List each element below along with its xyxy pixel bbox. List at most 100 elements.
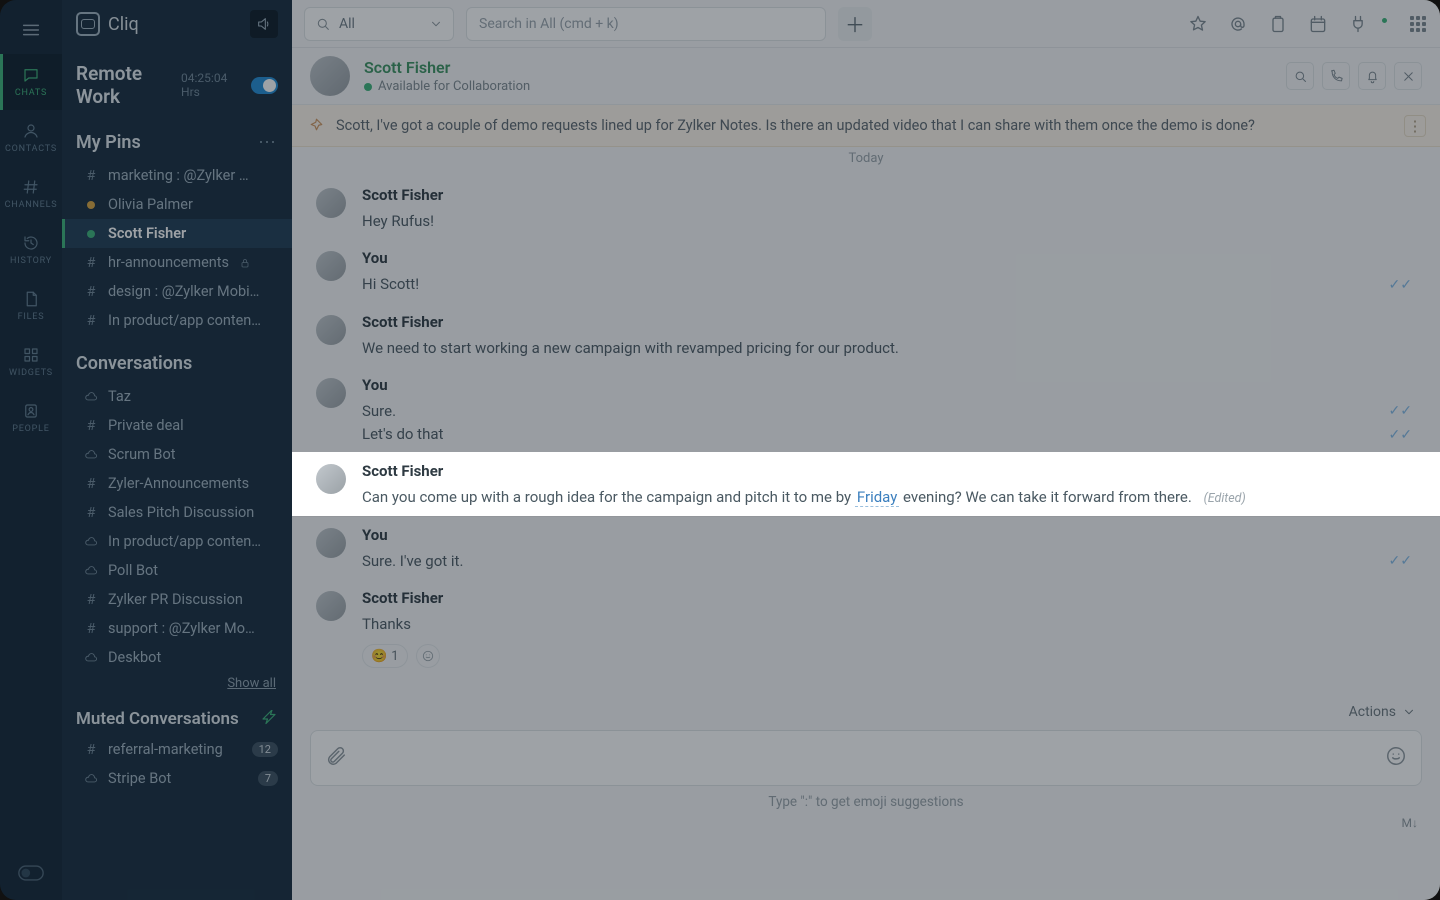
rail-item-history[interactable]: HISTORY bbox=[0, 222, 62, 278]
cloud-icon bbox=[84, 651, 98, 665]
convo-item[interactable]: Poll Bot bbox=[62, 556, 292, 585]
chat-call-button[interactable] bbox=[1322, 62, 1350, 90]
chat-peer-name[interactable]: Scott Fisher bbox=[364, 58, 530, 77]
main-panel: All Search in All (cmd + k) ＋ Scott Fish… bbox=[292, 0, 1440, 900]
reaction-pill[interactable]: 😊1 bbox=[362, 644, 408, 668]
pinned-text: Scott, I've got a couple of demo request… bbox=[336, 117, 1255, 134]
chat-header: Scott Fisher Available for Collaboration bbox=[292, 48, 1440, 105]
convo-item[interactable]: Scrum Bot bbox=[62, 440, 292, 469]
pins-list: #marketing : @Zylker … Olivia Palmer Sco… bbox=[62, 161, 292, 335]
sender-name: Scott Fisher bbox=[362, 313, 1416, 331]
convo-item[interactable]: #Zylker PR Discussion bbox=[62, 585, 292, 614]
cloud-icon bbox=[84, 448, 98, 462]
convo-item[interactable]: #Zyler-Announcements bbox=[62, 469, 292, 498]
app-brand: Cliq bbox=[76, 12, 139, 36]
message: Scott Fisher Hey Rufus! bbox=[292, 176, 1440, 239]
remote-timer: 04:25:04 Hrs bbox=[181, 71, 243, 99]
rail-item-channels[interactable]: CHANNELS bbox=[0, 166, 62, 222]
add-reaction-button[interactable] bbox=[416, 644, 440, 668]
pin-item[interactable]: #marketing : @Zylker … bbox=[62, 161, 292, 190]
hamburger-button[interactable] bbox=[0, 6, 62, 54]
composer-hint: Type ":" to get emoji suggestions bbox=[292, 792, 1440, 818]
convo-item[interactable]: #support : @Zylker Mo… bbox=[62, 614, 292, 643]
sender-name: You bbox=[362, 249, 1416, 267]
pin-item[interactable]: #hr-announcements bbox=[62, 248, 292, 277]
convo-item[interactable]: In product/app conten… bbox=[62, 527, 292, 556]
pins-more-icon[interactable]: ⋯ bbox=[258, 132, 278, 153]
rail-label: CHATS bbox=[15, 88, 47, 98]
chat-search-button[interactable] bbox=[1286, 62, 1314, 90]
muted-list: #referral-marketing12 Stripe Bot7 bbox=[62, 735, 292, 793]
speaker-button[interactable] bbox=[250, 10, 278, 38]
plug-icon[interactable] bbox=[1348, 14, 1368, 34]
attach-button[interactable] bbox=[325, 745, 347, 771]
pin-item[interactable]: #design : @Zylker Mobi… bbox=[62, 277, 292, 306]
pinned-message[interactable]: Scott, I've got a couple of demo request… bbox=[292, 105, 1440, 147]
remote-toggle[interactable] bbox=[251, 77, 278, 94]
avatar bbox=[316, 251, 346, 281]
muted-header-icon bbox=[260, 710, 278, 728]
compose-button[interactable]: ＋ bbox=[838, 7, 872, 41]
message-text: We need to start working a new campaign … bbox=[362, 337, 1416, 360]
message-list: Scott Fisher Hey Rufus! You Hi Scott!✓✓ … bbox=[292, 176, 1440, 698]
remote-work-label: Remote Work bbox=[76, 62, 181, 108]
muted-item[interactable]: Stripe Bot7 bbox=[62, 764, 292, 793]
pin-item-active[interactable]: Scott Fisher bbox=[62, 219, 292, 248]
message: You Sure.✓✓ Let's do that✓✓ bbox=[292, 366, 1440, 453]
rail-label: FILES bbox=[18, 312, 45, 322]
message-text: Sure. I've got it. bbox=[362, 550, 463, 573]
chevron-down-icon bbox=[1402, 705, 1416, 719]
convo-item[interactable]: #Private deal bbox=[62, 411, 292, 440]
sender-name: Scott Fisher bbox=[362, 186, 1416, 204]
avatar bbox=[316, 464, 346, 494]
muted-item[interactable]: #referral-marketing12 bbox=[62, 735, 292, 764]
brand-icon bbox=[76, 12, 100, 36]
message: You Sure. I've got it.✓✓ bbox=[292, 516, 1440, 579]
date-token[interactable]: Friday bbox=[855, 488, 899, 507]
read-ticks-icon: ✓✓ bbox=[1389, 403, 1416, 419]
convos-header: Conversations bbox=[76, 353, 192, 374]
search-scope-dropdown[interactable]: All bbox=[304, 7, 454, 41]
rail-item-widgets[interactable]: WIDGETS bbox=[0, 334, 62, 390]
search-input[interactable]: Search in All (cmd + k) bbox=[466, 7, 826, 41]
read-ticks-icon: ✓✓ bbox=[1389, 277, 1416, 293]
avatar bbox=[316, 188, 346, 218]
chevron-down-icon bbox=[429, 17, 443, 31]
theme-toggle[interactable] bbox=[18, 864, 44, 886]
composer[interactable] bbox=[310, 730, 1422, 786]
brand-name: Cliq bbox=[108, 14, 139, 35]
mention-icon[interactable] bbox=[1228, 14, 1248, 34]
unread-badge: 12 bbox=[252, 742, 278, 757]
emoji-button[interactable] bbox=[1385, 745, 1407, 771]
chat-peer-avatar[interactable] bbox=[310, 56, 350, 96]
rail-label: CHANNELS bbox=[5, 200, 58, 210]
rail-item-contacts[interactable]: CONTACTS bbox=[0, 110, 62, 166]
calendar-icon[interactable] bbox=[1308, 14, 1328, 34]
read-ticks-icon: ✓✓ bbox=[1389, 553, 1416, 569]
convo-item[interactable]: Deskbot bbox=[62, 643, 292, 672]
actions-dropdown[interactable]: Actions bbox=[292, 698, 1440, 722]
rail-item-people[interactable]: PEOPLE bbox=[0, 390, 62, 446]
convo-item[interactable]: Taz bbox=[62, 382, 292, 411]
pin-item[interactable]: #In product/app conten… bbox=[62, 306, 292, 335]
pin-item[interactable]: Olivia Palmer bbox=[62, 190, 292, 219]
chat-notify-button[interactable] bbox=[1358, 62, 1386, 90]
show-all-link[interactable]: Show all bbox=[62, 672, 292, 701]
avatar bbox=[316, 591, 346, 621]
chat-close-button[interactable] bbox=[1394, 62, 1422, 90]
cloud-icon bbox=[84, 535, 98, 549]
search-placeholder: Search in All (cmd + k) bbox=[479, 16, 619, 32]
markdown-toggle[interactable]: M↓ bbox=[1402, 816, 1418, 830]
unread-badge: 7 bbox=[258, 771, 278, 786]
rail-label: CONTACTS bbox=[5, 144, 57, 154]
apps-grid-icon[interactable] bbox=[1408, 14, 1428, 34]
star-icon[interactable] bbox=[1188, 14, 1208, 34]
message: Scott Fisher We need to start working a … bbox=[292, 303, 1440, 366]
rail-item-chats[interactable]: CHATS bbox=[0, 54, 62, 110]
rail-item-files[interactable]: FILES bbox=[0, 278, 62, 334]
message-text: Let's do that bbox=[362, 423, 443, 446]
chat-peer-status: Available for Collaboration bbox=[364, 79, 530, 94]
convo-item[interactable]: #Sales Pitch Discussion bbox=[62, 498, 292, 527]
pinned-more-button[interactable]: ⋮ bbox=[1404, 115, 1426, 137]
clipboard-icon[interactable] bbox=[1268, 14, 1288, 34]
